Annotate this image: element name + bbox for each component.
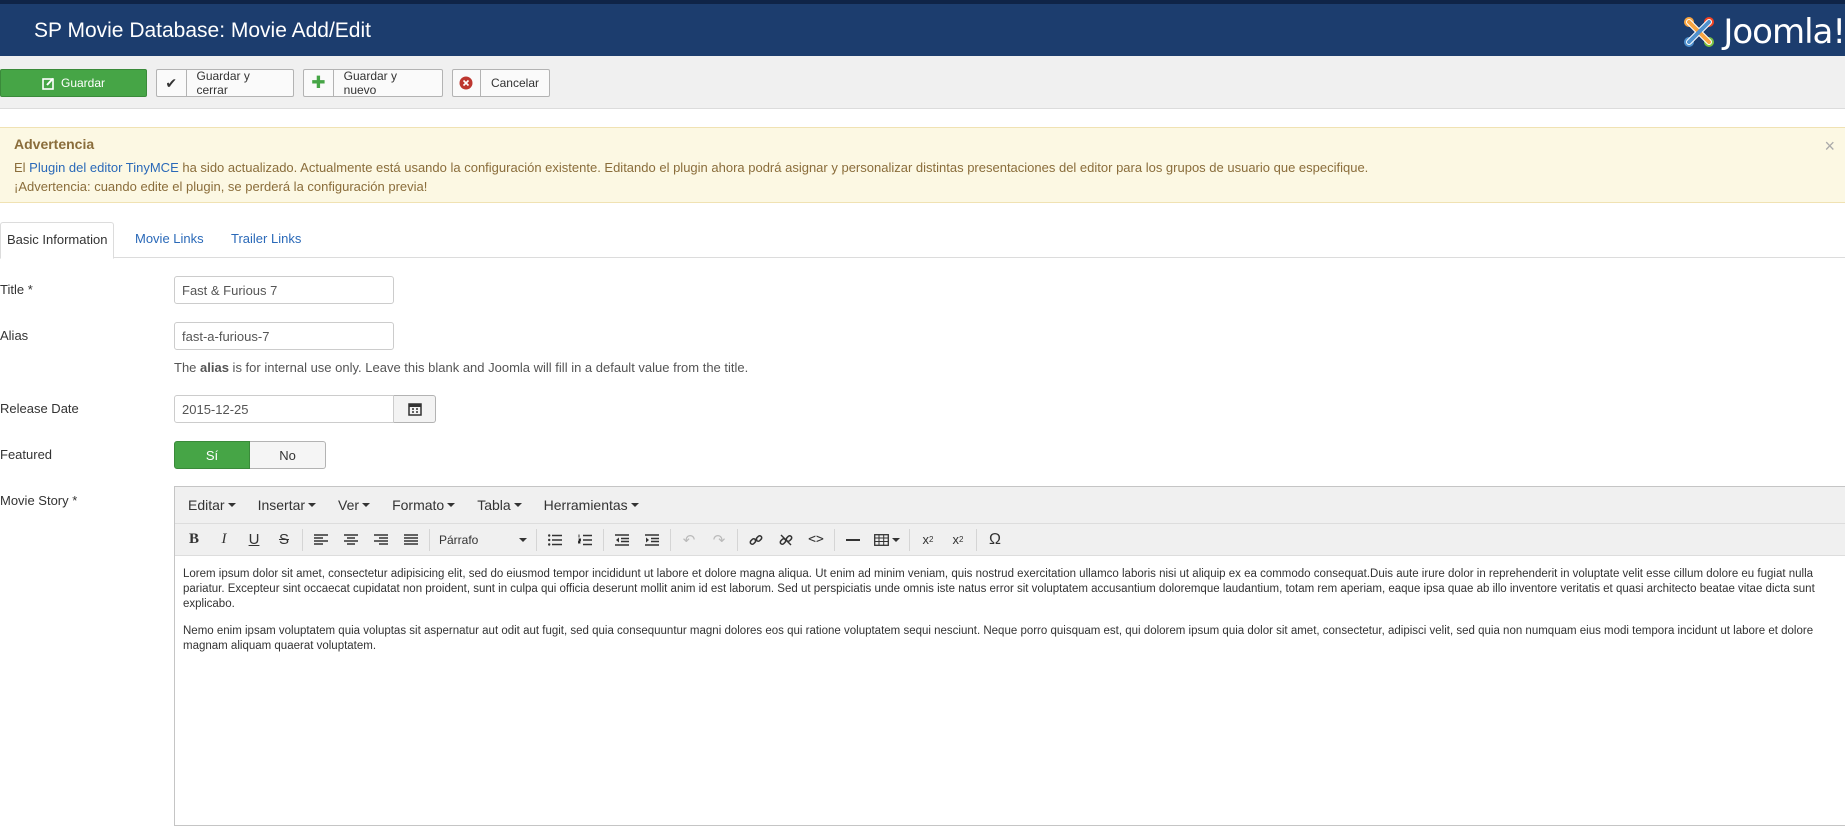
caret-down-icon (447, 503, 456, 507)
save-button[interactable]: Guardar (0, 69, 147, 97)
calendar-icon (407, 403, 422, 416)
undo-icon[interactable]: ↶ (674, 527, 704, 553)
caret-down-icon (308, 503, 317, 507)
outdent-icon[interactable] (607, 527, 637, 553)
header-bar: SP Movie Database: Movie Add/Edit Joomla… (0, 0, 1845, 56)
menu-tabla[interactable]: Tabla (469, 497, 529, 513)
redo-icon[interactable]: ↷ (704, 527, 734, 553)
featured-yes-option[interactable]: Sí (174, 441, 250, 469)
menu-editar[interactable]: Editar (180, 497, 244, 513)
alert-message: El Plugin del editor TinyMCE ha sido act… (14, 160, 1369, 175)
alias-help-text: The alias is for internal use only. Leav… (174, 360, 749, 375)
cancel-button[interactable]: Cancelar (452, 69, 550, 97)
tinymce-plugin-link[interactable]: Plugin del editor TinyMCE (29, 160, 179, 175)
alias-label: Alias (0, 328, 29, 343)
caret-down-icon (892, 537, 900, 542)
strikethrough-icon[interactable]: S (269, 527, 299, 553)
menu-insertar[interactable]: Insertar (250, 497, 324, 513)
caret-down-icon (519, 537, 527, 542)
caret-down-icon (513, 503, 522, 507)
menu-formato[interactable]: Formato (384, 497, 463, 513)
featured-no-option[interactable]: No (250, 441, 326, 469)
caret-down-icon (362, 503, 371, 507)
editor-paragraph: Nemo enim ipsam voluptatem quia voluptas… (183, 625, 1814, 652)
title-label: Title * (0, 282, 33, 297)
alert-warning-line: ¡Advertencia: cuando edite el plugin, se… (14, 179, 428, 194)
menu-ver[interactable]: Ver (330, 497, 378, 513)
checkmark-icon: ✔ (157, 70, 187, 96)
edit-icon (42, 70, 61, 96)
editor-paragraph: Lorem ipsum dolor sit amet, consectetur … (183, 568, 1815, 610)
subscript-icon[interactable]: x2 (913, 527, 943, 553)
horizontal-rule-icon[interactable] (838, 527, 868, 553)
alert-heading: Advertencia (14, 136, 95, 152)
alias-input[interactable] (174, 322, 394, 350)
align-justify-icon[interactable] (396, 527, 426, 553)
special-character-icon[interactable]: Ω (980, 527, 1010, 553)
bold-icon[interactable]: B (179, 527, 209, 553)
link-icon[interactable] (741, 527, 771, 553)
align-right-icon[interactable] (366, 527, 396, 553)
tab-trailer-links[interactable]: Trailer Links (225, 222, 307, 258)
close-icon[interactable]: × (1824, 136, 1835, 157)
release-date-label: Release Date (0, 401, 79, 416)
unlink-icon[interactable] (771, 527, 801, 553)
movie-story-label: Movie Story * (0, 493, 78, 508)
form-tabs: Basic Information Movie Links Trailer Li… (0, 222, 1845, 259)
code-icon[interactable]: <> (801, 527, 831, 553)
save-new-button[interactable]: ✚ Guardar y nuevo (303, 69, 443, 97)
save-close-button[interactable]: ✔ Guardar y cerrar (156, 69, 294, 97)
joomla-logo-text: Joomla! (1723, 12, 1845, 52)
menu-herramientas[interactable]: Herramientas (536, 497, 647, 513)
caret-down-icon (227, 503, 236, 507)
editor-content-area[interactable]: Lorem ipsum dolor sit amet, consectetur … (175, 556, 1845, 677)
superscript-icon[interactable]: x2 (943, 527, 973, 553)
featured-toggle: Sí No (174, 441, 326, 469)
italic-icon[interactable]: I (209, 527, 239, 553)
action-toolbar: Guardar ✔ Guardar y cerrar ✚ Guardar y n… (0, 56, 1845, 109)
tab-movie-links[interactable]: Movie Links (129, 222, 210, 258)
numbered-list-icon[interactable] (570, 527, 600, 553)
format-select[interactable]: Párrafo (433, 527, 533, 553)
warning-alert: Advertencia El Plugin del editor TinyMCE… (0, 127, 1845, 203)
align-left-icon[interactable] (306, 527, 336, 553)
underline-icon[interactable]: U (239, 527, 269, 553)
title-input[interactable] (174, 276, 394, 304)
indent-icon[interactable] (637, 527, 667, 553)
cancel-icon (453, 70, 481, 96)
calendar-button[interactable] (394, 395, 436, 423)
joomla-logo-icon (1684, 17, 1715, 47)
editor-menubar: Editar Insertar Ver Formato Tabla Herram… (175, 487, 1845, 524)
plus-icon: ✚ (304, 70, 334, 96)
tab-basic-information[interactable]: Basic Information (0, 222, 115, 259)
featured-label: Featured (0, 447, 53, 462)
page-title: SP Movie Database: Movie Add/Edit (34, 19, 371, 42)
joomla-logo[interactable]: Joomla! (1679, 10, 1845, 54)
table-icon[interactable] (868, 527, 906, 553)
align-center-icon[interactable] (336, 527, 366, 553)
caret-down-icon (630, 503, 639, 507)
editor-toolbar: B I U S Párrafo ↶ ↷ <> x2 x2 Ω (175, 524, 1845, 556)
rich-text-editor: Editar Insertar Ver Formato Tabla Herram… (174, 486, 1845, 826)
bullet-list-icon[interactable] (540, 527, 570, 553)
release-date-input[interactable] (174, 395, 394, 423)
